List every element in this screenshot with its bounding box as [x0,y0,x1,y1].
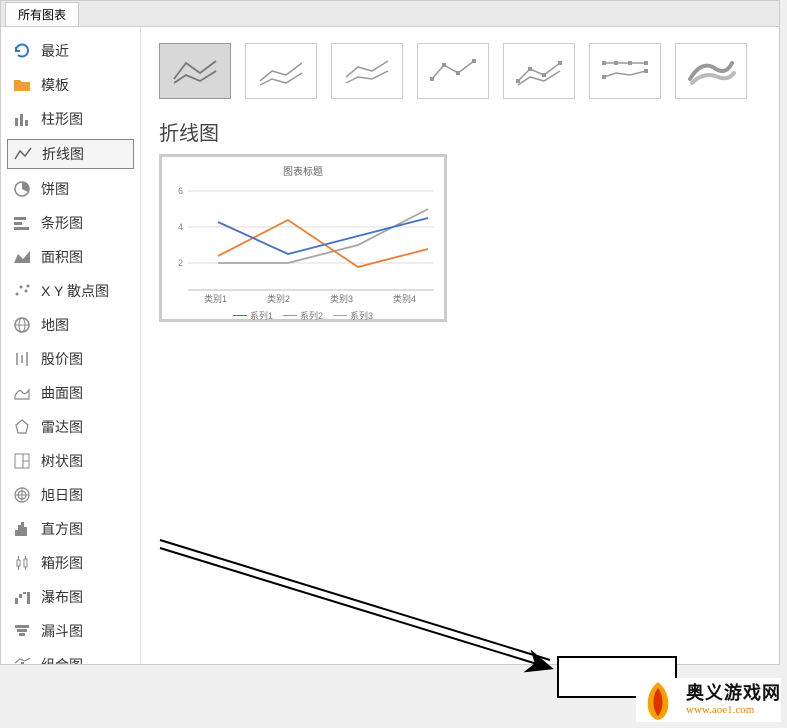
sidebar-item-map[interactable]: 地图 [7,311,134,339]
chart-preview[interactable]: 图表标题 6 4 2 类别1 [159,154,447,322]
subtype-line-markers[interactable] [417,43,489,99]
svg-text:2: 2 [178,258,183,268]
sidebar-item-bar[interactable]: 条形图 [7,209,134,237]
sidebar-item-label: 地图 [41,315,69,335]
sidebar-item-label: 饼图 [41,179,69,199]
sidebar-item-label: 瀑布图 [41,587,83,607]
watermark-title: 奥义游戏网 [686,684,781,704]
sidebar-item-surface[interactable]: 曲面图 [7,379,134,407]
subtype-3d-line[interactable] [675,43,747,99]
sidebar-item-label: 漏斗图 [41,621,83,641]
combo-chart-icon [13,656,31,664]
sidebar-item-funnel[interactable]: 漏斗图 [7,617,134,645]
subtype-thumbnail-row [159,43,761,99]
sidebar-item-label: 最近 [41,41,69,61]
chart-category-sidebar: 最近 模板 柱形图 折线图 [1,27,141,664]
svg-text:4: 4 [178,222,183,232]
sidebar-item-stock[interactable]: 股价图 [7,345,134,373]
sidebar-item-column[interactable]: 柱形图 [7,105,134,133]
sidebar-item-label: 折线图 [42,144,84,164]
funnel-chart-icon [13,622,31,640]
watermark: 奥义游戏网 www.aoe1.com [636,678,781,722]
sidebar-item-radar[interactable]: 雷达图 [7,413,134,441]
waterfall-chart-icon [13,588,31,606]
sidebar-item-histogram[interactable]: 直方图 [7,515,134,543]
map-chart-icon [13,316,31,334]
preview-chart-title: 图表标题 [170,163,436,178]
recent-icon [13,42,31,60]
line-chart-icon [14,145,32,163]
sidebar-item-label: 面积图 [41,247,83,267]
subtype-title: 折线图 [159,117,761,146]
radar-chart-icon [13,418,31,436]
sidebar-item-boxwhisker[interactable]: 箱形图 [7,549,134,577]
subtype-stacked-line-markers[interactable] [503,43,575,99]
stock-chart-icon [13,350,31,368]
folder-icon [13,76,31,94]
sidebar-item-combo[interactable]: 组合图 [7,651,134,664]
sidebar-item-pie[interactable]: 饼图 [7,175,134,203]
sidebar-item-label: 曲面图 [41,383,83,403]
svg-text:6: 6 [178,186,183,196]
subtype-100-stacked-line[interactable] [331,43,403,99]
surface-chart-icon [13,384,31,402]
sidebar-item-label: 旭日图 [41,485,83,505]
sidebar-item-label: 树状图 [41,451,83,471]
tab-all-charts[interactable]: 所有图表 [5,2,79,26]
subtype-stacked-line[interactable] [245,43,317,99]
sidebar-item-sunburst[interactable]: 旭日图 [7,481,134,509]
sidebar-item-label: 组合图 [41,655,83,664]
sidebar-item-area[interactable]: 面积图 [7,243,134,271]
insert-chart-dialog: 所有图表 最近 模板 柱形图 [0,0,780,665]
area-chart-icon [13,248,31,266]
sidebar-item-templates[interactable]: 模板 [7,71,134,99]
bar-chart-icon [13,214,31,232]
tab-bar: 所有图表 [1,1,779,27]
column-chart-icon [13,110,31,128]
scatter-chart-icon [13,282,31,300]
sidebar-item-label: 模板 [41,75,69,95]
sidebar-item-label: 雷达图 [41,417,83,437]
chart-subtype-panel: 折线图 图表标题 6 4 2 [141,27,779,664]
sidebar-item-line[interactable]: 折线图 [7,139,134,169]
sidebar-item-label: 直方图 [41,519,83,539]
subtype-line[interactable] [159,43,231,99]
preview-x-axis: 类别1 类别2 类别3 类别4 [170,292,436,305]
pie-chart-icon [13,180,31,198]
sidebar-item-waterfall[interactable]: 瀑布图 [7,583,134,611]
subtype-100-stacked-line-markers[interactable] [589,43,661,99]
preview-chart-svg: 6 4 2 [170,180,438,292]
boxwhisker-chart-icon [13,554,31,572]
sidebar-item-label: 箱形图 [41,553,83,573]
sunburst-chart-icon [13,486,31,504]
preview-legend: 系列1 系列2 系列3 [170,309,436,322]
sidebar-item-label: X Y 散点图 [41,281,109,301]
sidebar-item-recent[interactable]: 最近 [7,37,134,65]
watermark-url: www.aoe1.com [686,704,781,716]
sidebar-item-treemap[interactable]: 树状图 [7,447,134,475]
sidebar-item-label: 股价图 [41,349,83,369]
treemap-chart-icon [13,452,31,470]
watermark-logo-icon [636,678,680,722]
histogram-chart-icon [13,520,31,538]
sidebar-item-scatter[interactable]: X Y 散点图 [7,277,134,305]
sidebar-item-label: 条形图 [41,213,83,233]
sidebar-item-label: 柱形图 [41,109,83,129]
